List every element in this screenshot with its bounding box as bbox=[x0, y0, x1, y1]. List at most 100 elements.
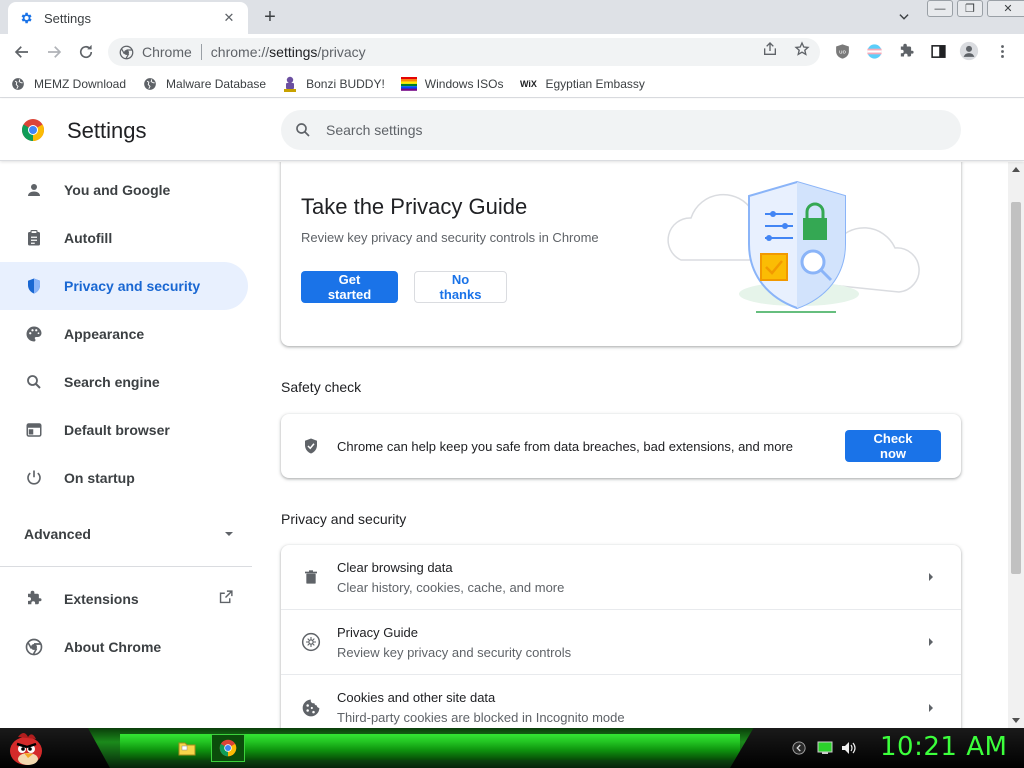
share-icon[interactable] bbox=[761, 40, 779, 58]
privacy-guide-row[interactable]: Privacy Guide Review key privacy and sec… bbox=[281, 610, 961, 675]
scroll-up-icon[interactable] bbox=[1008, 162, 1024, 176]
bookmark-label: Bonzi BUDDY! bbox=[306, 76, 385, 91]
privacy-guide-card: Take the Privacy Guide Review key privac… bbox=[281, 162, 961, 346]
no-thanks-button[interactable]: No thanks bbox=[414, 271, 507, 303]
ublock-icon[interactable]: uo bbox=[832, 41, 852, 61]
privacy-guide-description: Review key privacy and security controls… bbox=[301, 230, 599, 245]
sidebar-item-label: Appearance bbox=[64, 326, 145, 342]
sidebar-item-privacy-and-security[interactable]: Privacy and security bbox=[0, 262, 248, 310]
sidebar-item-appearance[interactable]: Appearance bbox=[0, 310, 248, 358]
power-icon bbox=[24, 468, 44, 488]
bookmark-bonzi-buddy[interactable]: Bonzi BUDDY! bbox=[282, 76, 385, 92]
sidebar-advanced-toggle[interactable]: Advanced bbox=[24, 518, 234, 550]
puzzle-icon bbox=[24, 589, 44, 609]
globe-icon bbox=[142, 76, 158, 92]
tab-title: Settings bbox=[44, 10, 91, 26]
restore-button[interactable]: ❐ bbox=[957, 0, 983, 17]
cookie-icon bbox=[301, 698, 321, 718]
sidebar-item-label: You and Google bbox=[64, 182, 171, 198]
puzzle-icon[interactable] bbox=[896, 41, 916, 61]
open-in-new-icon bbox=[217, 589, 234, 609]
sidebar: You and Google Autofill Privacy and secu… bbox=[0, 162, 256, 728]
sidebar-item-extensions[interactable]: Extensions bbox=[0, 575, 248, 623]
row-text: Clear browsing data Clear history, cooki… bbox=[337, 560, 921, 595]
gear-icon bbox=[18, 10, 34, 26]
row-subtitle: Third-party cookies are blocked in Incog… bbox=[337, 710, 625, 725]
star-icon[interactable] bbox=[793, 40, 811, 58]
sidebar-item-on-startup[interactable]: On startup bbox=[0, 454, 248, 502]
bookmark-label: Egyptian Embassy bbox=[545, 76, 645, 91]
sidebar-item-you-and-google[interactable]: You and Google bbox=[0, 166, 248, 214]
more-menu-icon[interactable] bbox=[992, 41, 1012, 61]
sidebar-item-label: About Chrome bbox=[64, 639, 162, 655]
cookies-row[interactable]: Cookies and other site data Third-party … bbox=[281, 675, 961, 728]
forward-arrow-icon[interactable] bbox=[42, 40, 66, 64]
url-text[interactable]: chrome://settings/privacy bbox=[211, 44, 366, 60]
bookmark-memz[interactable]: MEMZ Download bbox=[10, 76, 126, 92]
window-close-button[interactable]: ✕ bbox=[987, 0, 1024, 17]
sidebar-item-default-browser[interactable]: Default browser bbox=[0, 406, 248, 454]
chevron-right-icon bbox=[921, 632, 941, 652]
check-now-button[interactable]: Check now bbox=[845, 430, 941, 462]
volume-icon[interactable] bbox=[841, 740, 857, 756]
search-input[interactable] bbox=[326, 122, 906, 138]
file-explorer-icon[interactable] bbox=[170, 734, 204, 762]
safety-check-card: Chrome can help keep you safe from data … bbox=[281, 414, 961, 478]
browser-icon bbox=[24, 420, 44, 440]
privacy-section-heading: Privacy and security bbox=[281, 511, 407, 527]
sidebar-item-label: Privacy and security bbox=[64, 278, 201, 294]
close-tab-icon[interactable]: ✕ bbox=[220, 9, 238, 27]
tray-chevron-icon[interactable] bbox=[791, 740, 807, 756]
scroll-thumb[interactable] bbox=[1011, 202, 1021, 574]
bookmark-egyptian-embassy[interactable]: WiX Egyptian Embassy bbox=[519, 76, 645, 92]
back-arrow-icon[interactable] bbox=[10, 40, 34, 64]
privacy-guide-title: Take the Privacy Guide bbox=[301, 194, 528, 219]
caret-down-icon bbox=[224, 526, 234, 542]
row-text: Cookies and other site data Third-party … bbox=[337, 690, 921, 725]
palette-icon bbox=[24, 324, 44, 344]
person-icon bbox=[24, 180, 44, 200]
pride-extension-icon[interactable] bbox=[864, 41, 884, 61]
site-chip: Chrome bbox=[142, 44, 192, 60]
new-tab-button[interactable]: + bbox=[258, 5, 282, 29]
scroll-down-icon[interactable] bbox=[1008, 714, 1024, 728]
side-panel-icon[interactable] bbox=[928, 41, 948, 61]
start-button-angry-bird-icon[interactable] bbox=[6, 729, 46, 767]
svg-text:uo: uo bbox=[838, 49, 846, 55]
chrome-icon bbox=[24, 637, 44, 657]
advanced-label: Advanced bbox=[24, 526, 91, 542]
sidebar-item-search-engine[interactable]: Search engine bbox=[0, 358, 248, 406]
globe-icon bbox=[10, 76, 26, 92]
bookmark-windows-isos[interactable]: Windows ISOs bbox=[400, 76, 503, 92]
chevron-down-icon[interactable] bbox=[893, 6, 915, 28]
privacy-guide-illustration bbox=[661, 174, 927, 320]
tab-settings[interactable]: Settings ✕ bbox=[8, 2, 248, 34]
network-icon[interactable] bbox=[817, 740, 833, 756]
sidebar-item-autofill[interactable]: Autofill bbox=[0, 214, 248, 262]
get-started-button[interactable]: Get started bbox=[301, 271, 398, 303]
sidebar-divider bbox=[0, 566, 252, 567]
search-settings-box[interactable] bbox=[281, 110, 961, 150]
page-scrollbar[interactable] bbox=[1008, 162, 1024, 728]
compass-icon bbox=[301, 632, 321, 652]
profile-avatar-icon[interactable] bbox=[959, 41, 979, 61]
minimize-button[interactable]: — bbox=[927, 0, 953, 17]
chevron-right-icon bbox=[921, 567, 941, 587]
window-controls: — ❐ ✕ bbox=[927, 0, 1024, 17]
taskbar-clock[interactable]: 10:21 AM bbox=[880, 732, 1007, 762]
clear-browsing-data-row[interactable]: Clear browsing data Clear history, cooki… bbox=[281, 545, 961, 610]
taskbar-chrome-icon[interactable] bbox=[211, 734, 245, 762]
omnibox-separator bbox=[200, 44, 202, 60]
address-bar[interactable]: Chrome chrome://settings/privacy bbox=[108, 38, 820, 66]
bookmark-malware-database[interactable]: Malware Database bbox=[142, 76, 266, 92]
sidebar-item-label: Autofill bbox=[64, 230, 113, 246]
sidebar-item-label: On startup bbox=[64, 470, 135, 486]
sidebar-item-about-chrome[interactable]: About Chrome bbox=[0, 623, 248, 671]
settings-header: Settings bbox=[0, 99, 1024, 161]
reload-icon[interactable] bbox=[74, 40, 98, 64]
chrome-logo-icon bbox=[21, 118, 45, 142]
chevron-right-icon bbox=[921, 698, 941, 718]
taskbar: 10:21 AM bbox=[0, 728, 1024, 768]
sidebar-item-label: Extensions bbox=[64, 591, 139, 607]
safety-check-description: Chrome can help keep you safe from data … bbox=[337, 438, 793, 454]
